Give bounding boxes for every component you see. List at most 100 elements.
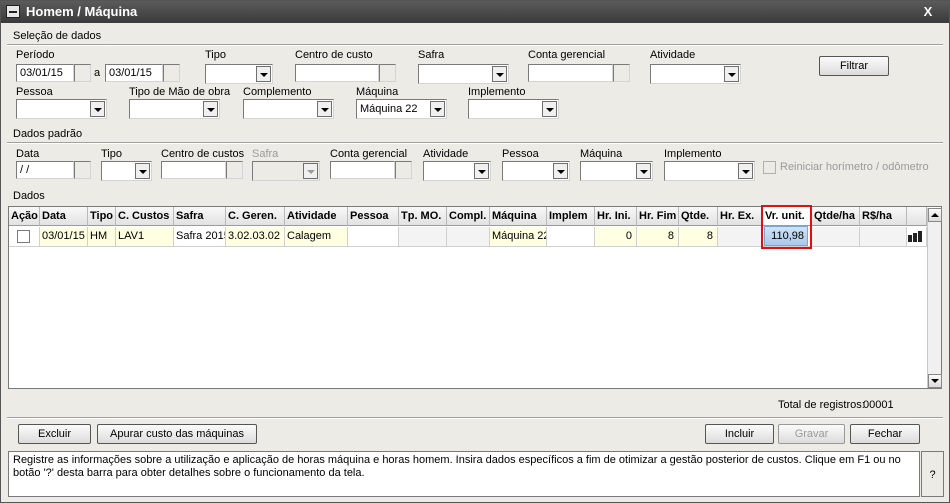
help-button[interactable]: ? <box>921 451 944 497</box>
periodo-inicio-input[interactable]: 03/01/15 <box>16 64 74 82</box>
col-header-tipo[interactable]: Tipo <box>88 207 116 226</box>
table-row-rs-ha-cell[interactable] <box>860 227 907 247</box>
periodo-fim-button[interactable] <box>163 64 180 82</box>
chevron-down-icon[interactable] <box>90 101 105 117</box>
apurar-custo-button[interactable]: Apurar custo das máquinas <box>97 424 257 444</box>
reiniciar-checkbox[interactable] <box>763 161 776 174</box>
selecao-separator <box>7 44 943 46</box>
col-header-maquina[interactable]: Máquina <box>490 207 547 226</box>
safra-select[interactable] <box>418 64 509 84</box>
col-header-hr-ex[interactable]: Hr. Ex. <box>718 207 763 226</box>
tipo-mao-obra-select[interactable] <box>129 99 220 119</box>
gravar-button[interactable]: Gravar <box>778 424 845 444</box>
table-row-c-custos-cell[interactable]: LAV1 <box>116 227 174 247</box>
table-row-pessoa-cell[interactable] <box>348 227 399 247</box>
implemento-select[interactable] <box>468 99 559 119</box>
chevron-down-icon[interactable] <box>492 66 507 82</box>
col-header-hr-ini[interactable]: Hr. Ini. <box>595 207 637 226</box>
filtrar-button[interactable]: Filtrar <box>819 56 889 76</box>
dados-section-title: Dados <box>13 190 45 202</box>
padrao-tipo-select[interactable] <box>101 161 152 181</box>
table-row-vr-unit-cell[interactable]: 110,98 <box>764 226 808 246</box>
col-header-atividade[interactable]: Atividade <box>285 207 348 226</box>
close-button[interactable]: X <box>917 3 939 20</box>
table-row-c-geren-cell[interactable]: 3.02.03.02 <box>226 227 285 247</box>
conta-gerencial-button[interactable] <box>613 64 630 82</box>
maquina-select[interactable]: Máquina 22 <box>356 99 447 119</box>
col-header-compl[interactable]: Compl. <box>447 207 490 226</box>
table-row-implem-cell[interactable] <box>547 227 595 247</box>
chevron-down-icon[interactable] <box>724 66 739 82</box>
chevron-down-icon[interactable] <box>738 163 753 179</box>
atividade-select[interactable] <box>650 64 741 84</box>
col-header-data[interactable]: Data <box>40 207 88 226</box>
periodo-sep-label: a <box>94 67 101 79</box>
chevron-down-icon[interactable] <box>430 101 445 117</box>
scroll-up-icon[interactable] <box>928 208 942 222</box>
col-header-hr-fim[interactable]: Hr. Fim <box>637 207 679 226</box>
grid-vertical-scrollbar[interactable] <box>927 208 942 388</box>
padrao-data-input[interactable]: / / <box>16 161 74 179</box>
table-row-safra-cell[interactable]: Safra 2015 <box>174 227 226 247</box>
scroll-down-icon[interactable] <box>928 374 942 388</box>
padrao-centro-custos-input[interactable] <box>161 161 226 179</box>
padrao-conta-gerencial-button[interactable] <box>395 161 412 179</box>
conta-gerencial-input[interactable] <box>528 64 613 82</box>
col-header-implem[interactable]: Implem <box>547 207 595 226</box>
pessoa-select[interactable] <box>16 99 107 119</box>
col-header-tp-mo[interactable]: Tp. MO. <box>399 207 447 226</box>
col-header-rs-ha[interactable]: R$/ha <box>860 207 907 226</box>
chevron-down-icon[interactable] <box>256 66 271 82</box>
fechar-button[interactable]: Fechar <box>850 424 920 444</box>
col-header-qtde[interactable]: Qtde. <box>679 207 718 226</box>
padrao-implemento-select[interactable] <box>664 161 755 181</box>
col-header-c-custos[interactable]: C. Custos <box>116 207 174 226</box>
col-header-acao[interactable]: Ação <box>9 207 40 226</box>
padrao-atividade-select[interactable] <box>423 161 491 181</box>
tipo-select[interactable] <box>205 64 273 84</box>
pessoa-label: Pessoa <box>16 86 53 98</box>
system-menu-icon[interactable] <box>6 5 20 18</box>
periodo-inicio-button[interactable] <box>74 64 91 82</box>
chevron-down-icon[interactable] <box>542 101 557 117</box>
chevron-down-icon[interactable] <box>203 101 218 117</box>
table-row-qtde-cell[interactable]: 8 <box>679 227 718 247</box>
table-row-hr-ini-cell[interactable]: 0 <box>595 227 637 247</box>
table-row-compl-cell[interactable] <box>447 227 490 247</box>
excluir-button[interactable]: Excluir <box>18 424 91 444</box>
chevron-down-icon[interactable] <box>303 163 318 179</box>
table-row-data-cell[interactable]: 03/01/15 <box>40 227 88 247</box>
title-bar: Homem / Máquina X <box>1 1 949 23</box>
table-row-hr-fim-cell[interactable]: 8 <box>637 227 679 247</box>
incluir-button[interactable]: Incluir <box>705 424 774 444</box>
row-detail-icon[interactable] <box>908 231 922 242</box>
table-row-atividade-cell[interactable]: Calagem <box>285 227 348 247</box>
table-row-hr-ex-cell[interactable] <box>718 227 763 247</box>
table-row-qtde-ha-cell[interactable] <box>812 227 860 247</box>
row-action-checkbox[interactable] <box>17 230 30 243</box>
periodo-fim-input[interactable]: 03/01/15 <box>105 64 163 82</box>
chevron-down-icon[interactable] <box>317 101 332 117</box>
table-row-maquina-cell[interactable]: Máquina 22 <box>490 227 547 247</box>
table-row-acao-cell <box>9 227 40 247</box>
padrao-safra-select[interactable] <box>252 161 320 181</box>
col-header-qtde-ha[interactable]: Qtde/ha <box>812 207 860 226</box>
padrao-conta-gerencial-input[interactable] <box>330 161 395 179</box>
centro-custo-input[interactable] <box>295 64 379 82</box>
chevron-down-icon[interactable] <box>135 163 150 179</box>
table-row-tipo-cell[interactable]: HM <box>88 227 116 247</box>
complemento-select[interactable] <box>243 99 334 119</box>
chevron-down-icon[interactable] <box>553 163 568 179</box>
padrao-pessoa-select[interactable] <box>502 161 570 181</box>
chevron-down-icon[interactable] <box>636 163 651 179</box>
chevron-down-icon[interactable] <box>474 163 489 179</box>
col-header-vr-unit[interactable]: Vr. unit. <box>763 207 812 226</box>
padrao-data-button[interactable] <box>74 161 91 179</box>
padrao-maquina-select[interactable] <box>580 161 653 181</box>
centro-custo-button[interactable] <box>379 64 396 82</box>
col-header-safra[interactable]: Safra <box>174 207 226 226</box>
padrao-centro-custos-button[interactable] <box>226 161 243 179</box>
table-row-tp-mo-cell[interactable] <box>399 227 447 247</box>
col-header-c-geren[interactable]: C. Geren. <box>226 207 285 226</box>
col-header-pessoa[interactable]: Pessoa <box>348 207 399 226</box>
